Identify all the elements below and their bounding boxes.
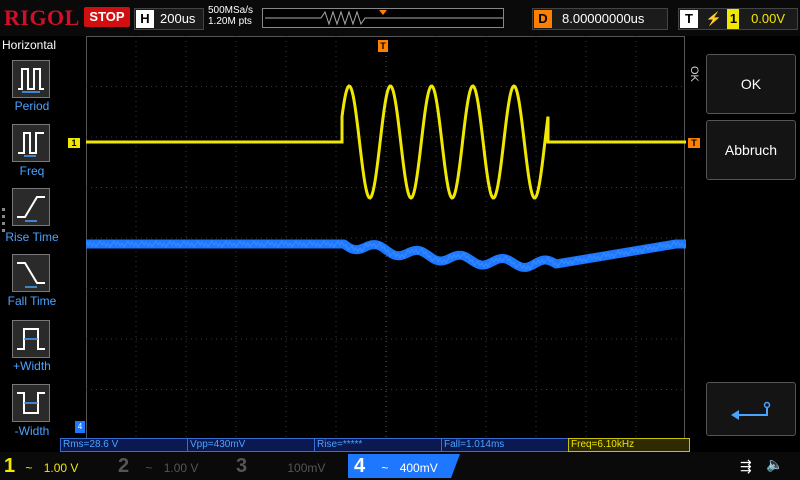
return-icon bbox=[731, 401, 771, 420]
channel-4-status[interactable]: 4 ~ 400mV bbox=[348, 454, 460, 478]
horizontal-key: H bbox=[136, 10, 154, 28]
rise-time-button[interactable] bbox=[12, 188, 50, 226]
menu-page-dots bbox=[2, 208, 6, 232]
channel-4-coupling: ~ bbox=[381, 461, 389, 475]
speaker-muted-icon[interactable]: 🔈 bbox=[766, 456, 783, 473]
measurement-fall[interactable]: Fall=1.014ms bbox=[441, 438, 569, 452]
channel-2-status[interactable]: 2 ~ 1.00 V bbox=[118, 454, 222, 478]
fall-time-icon bbox=[17, 262, 45, 288]
period-icon bbox=[18, 68, 44, 93]
channel-2-coupling: ~ bbox=[145, 461, 153, 475]
trigger-position-marker[interactable]: T bbox=[378, 40, 388, 52]
waveform-canvas bbox=[83, 36, 689, 440]
trigger-source: 1 bbox=[727, 9, 740, 29]
rigol-logo: RIGOL bbox=[4, 5, 80, 30]
run-stop-indicator[interactable]: STOP bbox=[84, 7, 130, 27]
channel-status-bar: 1 ~ 1.00 V 2 ~ 1.00 V 3 100mV 4 ~ 400mV … bbox=[0, 452, 800, 480]
ok-button[interactable]: OK bbox=[706, 54, 796, 114]
memory-overview-waveform bbox=[265, 10, 503, 26]
trigger-marker-icon bbox=[379, 10, 387, 15]
channel-1-number: 1 bbox=[4, 455, 16, 477]
neg-width-icon bbox=[17, 392, 45, 414]
ok-side-label: OK bbox=[688, 66, 700, 82]
delay-value: 8.00000000us bbox=[562, 11, 645, 26]
horizontal-timebase[interactable]: H 200us bbox=[134, 8, 204, 30]
memory-depth: 1.20M pts bbox=[208, 16, 252, 27]
fall-time-label: Fall Time bbox=[7, 294, 57, 308]
waveform-display[interactable] bbox=[83, 36, 689, 440]
sample-rate: 500MSa/s bbox=[208, 5, 254, 16]
pos-width-icon bbox=[17, 328, 45, 350]
fall-time-button[interactable] bbox=[12, 254, 50, 292]
freq-icon bbox=[18, 132, 44, 157]
measurement-rise[interactable]: Rise=***** bbox=[314, 438, 442, 452]
measurement-vpp[interactable]: Vpp=430mV bbox=[187, 438, 315, 452]
trigger-settings[interactable]: T ⚡ 1 0.00V bbox=[678, 8, 798, 30]
pos-width-label: +Width bbox=[13, 359, 51, 373]
return-button[interactable] bbox=[706, 382, 796, 436]
channel-3-number: 3 bbox=[236, 455, 248, 477]
right-softkey-menu: OK OK Abbruch bbox=[686, 36, 800, 440]
channel-1-status[interactable]: 1 ~ 1.00 V bbox=[4, 454, 108, 478]
delay-key: D bbox=[534, 10, 552, 28]
horizontal-menu: Horizontal Period Freq Rise Time Fall Ti… bbox=[0, 36, 62, 440]
channel-1-ground-marker[interactable]: 1 bbox=[68, 138, 80, 148]
measurement-rms[interactable]: Rms=28.6 V bbox=[60, 438, 188, 452]
measurement-bar: Rms=28.6 V Vpp=430mV Rise=***** Fall=1.0… bbox=[60, 438, 690, 452]
channel-1-scale: 1.00 V bbox=[43, 461, 79, 475]
channel-1-coupling: ~ bbox=[25, 461, 33, 475]
channel-4-ground-marker[interactable]: 4 bbox=[75, 421, 85, 433]
measurement-freq[interactable]: Freq=6.10kHz bbox=[568, 438, 690, 452]
cancel-button[interactable]: Abbruch bbox=[706, 120, 796, 180]
rise-time-icon bbox=[17, 196, 45, 222]
period-label: Period bbox=[14, 99, 50, 113]
channel-4-scale: 400mV bbox=[399, 461, 438, 475]
trigger-level: 0.00V bbox=[751, 11, 786, 26]
usb-icon: ⇶ bbox=[740, 458, 752, 474]
neg-width-button[interactable] bbox=[12, 384, 50, 422]
period-button[interactable] bbox=[12, 60, 50, 98]
channel-2-scale: 1.00 V bbox=[163, 461, 199, 475]
channel-3-scale: 100mV bbox=[287, 461, 326, 475]
channel-3-status[interactable]: 3 100mV bbox=[236, 454, 340, 478]
menu-title: Horizontal bbox=[2, 38, 57, 52]
trigger-delay[interactable]: D 8.00000000us bbox=[532, 8, 668, 30]
freq-label: Freq bbox=[19, 164, 45, 178]
rising-edge-icon: ⚡ bbox=[705, 11, 722, 26]
rise-time-label: Rise Time bbox=[5, 230, 59, 244]
trigger-key: T bbox=[680, 10, 698, 28]
channel-2-number: 2 bbox=[118, 455, 130, 477]
pos-width-button[interactable] bbox=[12, 320, 50, 358]
memory-overview-strip bbox=[262, 8, 504, 28]
freq-button[interactable] bbox=[12, 124, 50, 162]
sample-info: 500MSa/s 1.20M pts bbox=[208, 5, 253, 27]
channel-4-number: 4 bbox=[354, 455, 366, 477]
neg-width-label: -Width bbox=[14, 424, 50, 438]
timebase-value: 200us bbox=[160, 11, 196, 26]
